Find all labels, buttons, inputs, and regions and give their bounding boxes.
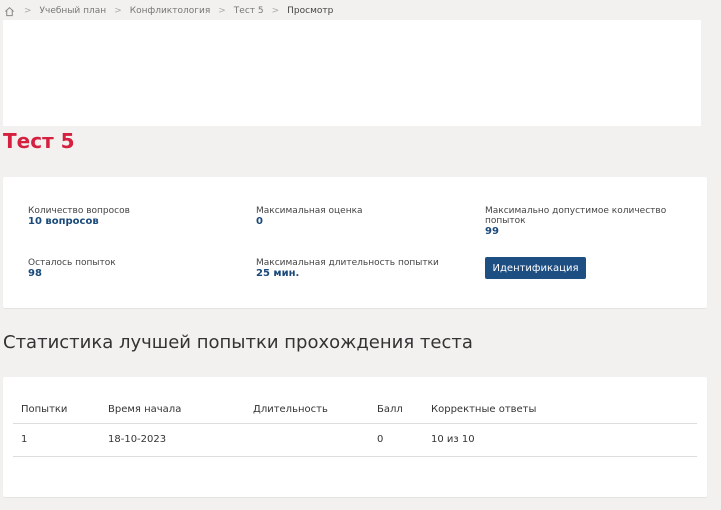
- breadcrumb-item-course[interactable]: Конфликтология: [130, 6, 211, 16]
- column-header: Балл: [377, 404, 403, 415]
- questions-value: 10 вопросов: [28, 216, 99, 227]
- stats-table-card: Попытки Время начала Длительность Балл К…: [3, 377, 707, 497]
- home-icon[interactable]: [4, 5, 16, 17]
- max-duration-label: Максимальная длительность попытки: [256, 258, 439, 268]
- max-score-value: 0: [256, 216, 263, 227]
- questions-count: Количество вопросов 10 вопросов: [28, 206, 228, 228]
- breadcrumb-item-plan[interactable]: Учебный план: [40, 6, 107, 16]
- table-cell: 10 из 10: [431, 434, 475, 445]
- chevron-right-icon: >: [271, 6, 280, 16]
- stats-title: Статистика лучшей попытки прохождения те…: [3, 332, 473, 353]
- max-duration-value: 25 мин.: [256, 268, 300, 279]
- max-score: Максимальная оценка 0: [256, 206, 456, 228]
- chevron-right-icon: >: [218, 6, 226, 16]
- chevron-right-icon: >: [114, 6, 122, 16]
- page-title: Тест 5: [3, 129, 75, 153]
- test-info-card: Количество вопросов 10 вопросов Максимал…: [3, 177, 707, 308]
- banner: [3, 20, 701, 126]
- breadcrumb-current: Просмотр: [287, 6, 334, 16]
- column-header: Корректные ответы: [431, 404, 537, 415]
- table-cell: 1: [21, 434, 28, 445]
- chevron-right-icon: >: [24, 6, 32, 16]
- attempts-left-label: Осталось попыток: [28, 258, 116, 268]
- attempts-left: Осталось попыток 98: [28, 258, 228, 280]
- table-header: Попытки Время начала Длительность Балл К…: [13, 397, 697, 424]
- max-attempts-label: Максимально допустимое количество попыто…: [485, 206, 667, 226]
- max-attempts: Максимально допустимое количество попыто…: [485, 206, 685, 238]
- page: > Учебный план > Конфликтология > Тест 5…: [0, 0, 721, 510]
- stats-table: Попытки Время начала Длительность Балл К…: [13, 397, 697, 457]
- table-row: 1 18-10-2023 0 10 из 10: [13, 424, 697, 457]
- table-cell: 0: [377, 434, 384, 445]
- max-attempts-value: 99: [485, 226, 499, 237]
- attempts-left-value: 98: [28, 268, 42, 279]
- identification-button[interactable]: Идентификация: [485, 257, 586, 279]
- column-header: Попытки: [21, 404, 68, 415]
- column-header: Длительность: [253, 404, 328, 415]
- max-duration: Максимальная длительность попытки 25 мин…: [256, 258, 456, 280]
- table-cell: 18-10-2023: [108, 434, 167, 445]
- breadcrumb: > Учебный план > Конфликтология > Тест 5…: [4, 4, 333, 18]
- column-header: Время начала: [108, 404, 182, 415]
- breadcrumb-item-test[interactable]: Тест 5: [234, 6, 264, 16]
- questions-label: Количество вопросов: [28, 206, 130, 216]
- max-score-label: Максимальная оценка: [256, 206, 363, 216]
